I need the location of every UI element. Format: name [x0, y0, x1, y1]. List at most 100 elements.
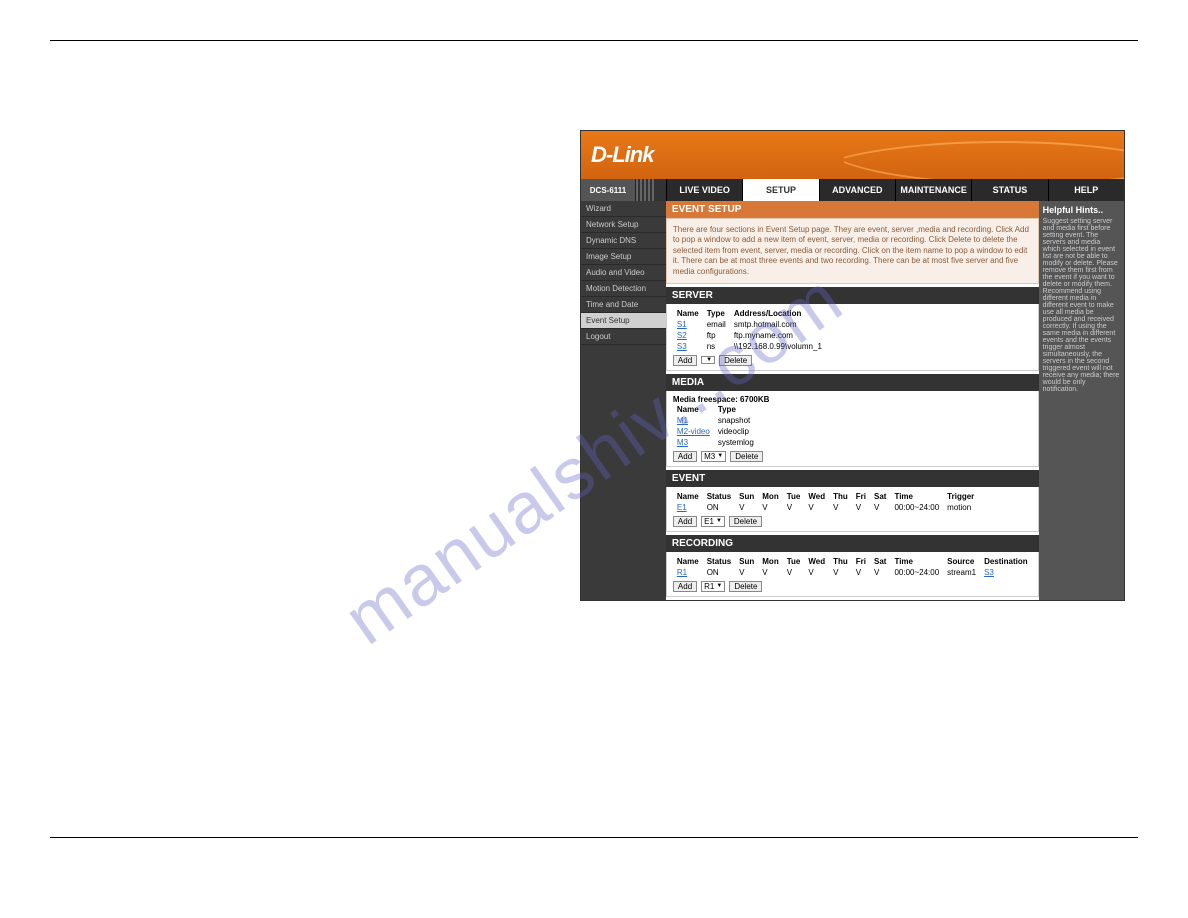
- recording-link-r1[interactable]: R1: [677, 568, 687, 577]
- recording-cell: V: [852, 567, 870, 578]
- recording-th-name: Name: [673, 556, 703, 567]
- tab-advanced[interactable]: ADVANCED: [819, 179, 895, 201]
- server-link-s3[interactable]: S3: [677, 342, 687, 351]
- sidebar-item-network-setup[interactable]: Network Setup: [581, 217, 666, 233]
- media-link-m3[interactable]: M3: [677, 438, 688, 447]
- server-link-s1[interactable]: S1: [677, 320, 687, 329]
- event-cell: V: [804, 502, 829, 513]
- recording-cell: V: [870, 567, 890, 578]
- event-cell: motion: [943, 502, 978, 513]
- recording-th-sun: Sun: [735, 556, 758, 567]
- event-controls: Add E1 Delete: [673, 516, 1032, 527]
- server-table: Name Type Address/Location S1 email smtp…: [673, 308, 826, 352]
- recording-th-fri: Fri: [852, 556, 870, 567]
- media-table-header-row: Name Type: [673, 404, 758, 415]
- recording-controls: Add R1 Delete: [673, 581, 1032, 592]
- recording-delete-button[interactable]: Delete: [729, 581, 762, 592]
- recording-th-thu: Thu: [829, 556, 852, 567]
- event-th-trigger: Trigger: [943, 491, 978, 502]
- media-controls: Add M3 Delete: [673, 451, 1032, 462]
- media-cell-type: systemlog: [714, 437, 758, 448]
- model-label: DCS-6111: [581, 179, 636, 201]
- media-row: M2-video videoclip: [673, 426, 758, 437]
- server-link-s2[interactable]: S2: [677, 331, 687, 340]
- recording-th-sat: Sat: [870, 556, 890, 567]
- recording-th-wed: Wed: [804, 556, 829, 567]
- sidebar-item-motion-detection[interactable]: Motion Detection: [581, 281, 666, 297]
- recording-section-header: RECORDING: [666, 535, 1039, 552]
- event-cell: ON: [703, 502, 735, 513]
- recording-select[interactable]: R1: [701, 581, 725, 592]
- tab-maintenance[interactable]: MAINTENANCE: [895, 179, 971, 201]
- media-section-header: MEDIA: [666, 374, 1039, 391]
- sidebar-item-time-date[interactable]: Time and Date: [581, 297, 666, 313]
- media-row: M3 systemlog: [673, 437, 758, 448]
- sidebar-item-event-setup[interactable]: Event Setup: [581, 313, 666, 329]
- media-select[interactable]: M3: [701, 451, 726, 462]
- event-delete-button[interactable]: Delete: [729, 516, 762, 527]
- event-th-sun: Sun: [735, 491, 758, 502]
- recording-cell: stream1: [943, 567, 980, 578]
- hints-title: Helpful Hints..: [1043, 205, 1120, 215]
- sidebar-item-wizard[interactable]: Wizard: [581, 201, 666, 217]
- sidebar-item-audio-video[interactable]: Audio and Video: [581, 265, 666, 281]
- event-th-status: Status: [703, 491, 735, 502]
- recording-link-dest[interactable]: S3: [984, 568, 994, 577]
- server-cell-type: email: [703, 319, 730, 330]
- media-row: M1 snapshot: [673, 415, 758, 426]
- content-row: Wizard Network Setup Dynamic DNS Image S…: [581, 201, 1124, 600]
- media-cell-type: videoclip: [714, 426, 758, 437]
- sidebar-item-image-setup[interactable]: Image Setup: [581, 249, 666, 265]
- media-add-button[interactable]: Add: [673, 451, 697, 462]
- server-cell-addr: smtp.hotmail.com: [730, 319, 826, 330]
- event-row: E1 ON V V V V V V V 00:00~24:00 motion: [673, 502, 978, 513]
- recording-table: Name Status Sun Mon Tue Wed Thu Fri Sat …: [673, 556, 1032, 578]
- tab-live-video[interactable]: LIVE VIDEO: [666, 179, 742, 201]
- server-select[interactable]: [701, 356, 715, 364]
- sidebar-item-dynamic-dns[interactable]: Dynamic DNS: [581, 233, 666, 249]
- recording-th-dest: Destination: [980, 556, 1032, 567]
- server-add-button[interactable]: Add: [673, 355, 697, 366]
- dlink-logo: D-Link: [591, 142, 653, 168]
- recording-cell: V: [783, 567, 805, 578]
- event-cell: V: [783, 502, 805, 513]
- media-freespace: Media freespace: 6700KB: [673, 395, 1032, 404]
- event-th-name: Name: [673, 491, 703, 502]
- tab-status[interactable]: STATUS: [971, 179, 1047, 201]
- media-link-m1[interactable]: M1: [677, 416, 688, 425]
- recording-cell: V: [735, 567, 758, 578]
- server-delete-button[interactable]: Delete: [719, 355, 752, 366]
- event-add-button[interactable]: Add: [673, 516, 697, 527]
- recording-th-mon: Mon: [758, 556, 782, 567]
- event-link-e1[interactable]: E1: [677, 503, 687, 512]
- recording-row: R1 ON V V V V V V V 00:00~24:00 stream1 …: [673, 567, 1032, 578]
- event-th-fri: Fri: [852, 491, 870, 502]
- event-table-header-row: Name Status Sun Mon Tue Wed Thu Fri Sat …: [673, 491, 978, 502]
- event-select[interactable]: E1: [701, 516, 725, 527]
- server-cell-type: ftp: [703, 330, 730, 341]
- event-setup-intro: There are four sections in Event Setup p…: [666, 218, 1039, 284]
- tab-setup[interactable]: SETUP: [742, 179, 818, 201]
- brand-header: D-Link: [581, 131, 1124, 179]
- event-th-time: Time: [890, 491, 943, 502]
- event-cell: V: [758, 502, 782, 513]
- recording-table-header-row: Name Status Sun Mon Tue Wed Thu Fri Sat …: [673, 556, 1032, 567]
- recording-cell: 00:00~24:00: [890, 567, 943, 578]
- server-cell-addr: ftp.myname.com: [730, 330, 826, 341]
- media-delete-button[interactable]: Delete: [730, 451, 763, 462]
- media-table: Name Type M1 snapshot M2-video videoclip…: [673, 404, 758, 448]
- media-section-body: Media freespace: 6700KB Name Type M1 sna…: [666, 391, 1039, 467]
- event-th-sat: Sat: [870, 491, 890, 502]
- sidebar: Wizard Network Setup Dynamic DNS Image S…: [581, 201, 666, 600]
- event-cell: 00:00~24:00: [890, 502, 943, 513]
- model-stripes-graphic: [636, 179, 656, 201]
- recording-section-body: Name Status Sun Mon Tue Wed Thu Fri Sat …: [666, 552, 1039, 597]
- tab-help[interactable]: HELP: [1048, 179, 1124, 201]
- recording-add-button[interactable]: Add: [673, 581, 697, 592]
- hints-body: Suggest setting server and media first b…: [1043, 218, 1120, 393]
- media-link-m2[interactable]: M2-video: [677, 427, 710, 436]
- router-admin-ui: D-Link DCS-6111 LIVE VIDEO SETUP ADVANCE…: [580, 130, 1125, 601]
- header-swoosh-graphic: [844, 131, 1124, 179]
- sidebar-item-logout[interactable]: Logout: [581, 329, 666, 345]
- event-section-header: EVENT: [666, 470, 1039, 487]
